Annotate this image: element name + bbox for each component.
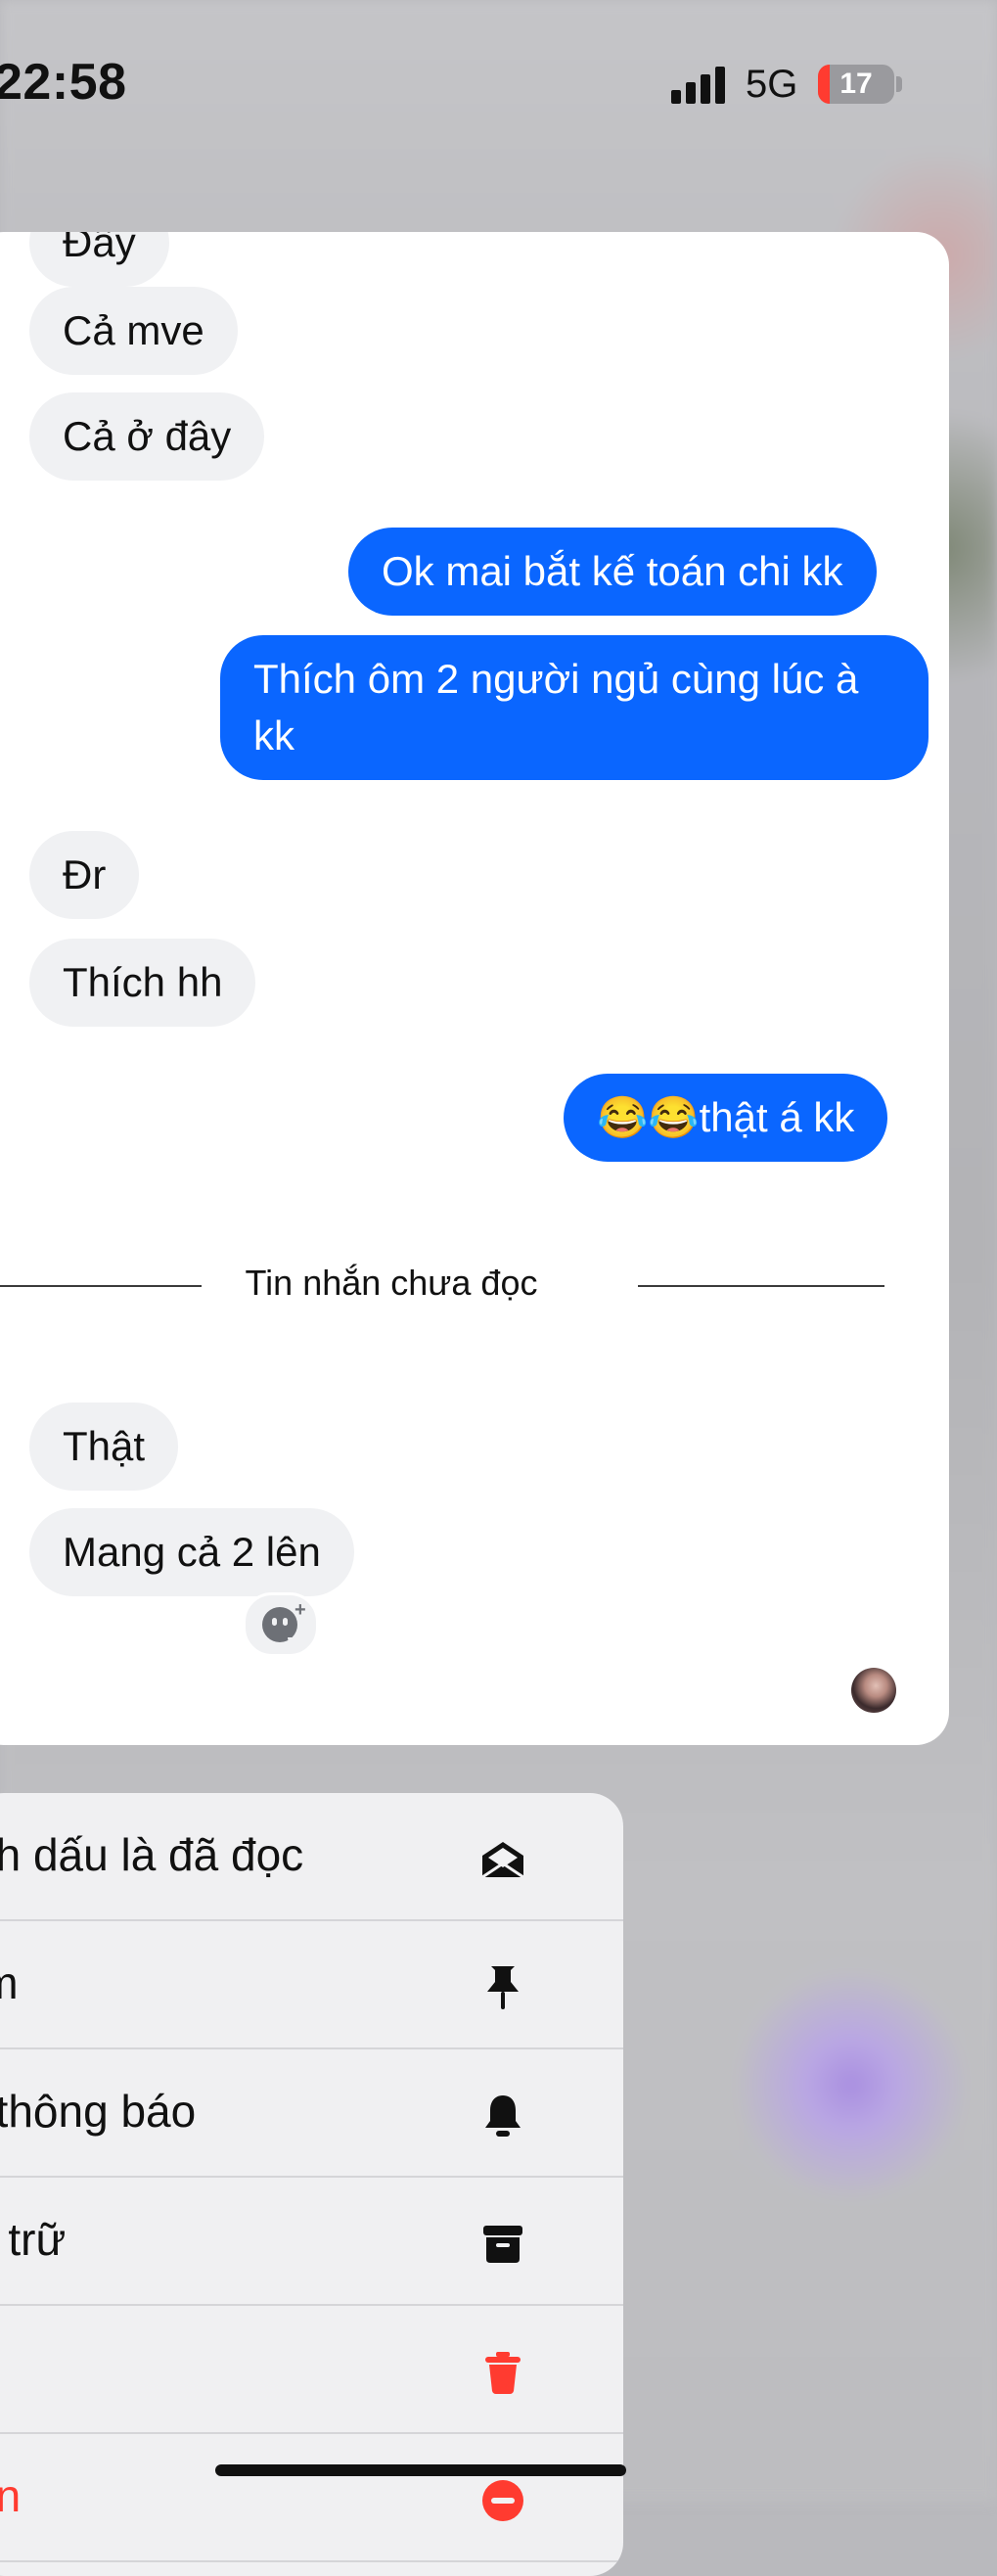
status-bar: 22:58 5G 17: [0, 0, 997, 176]
menu-item-label: u trữ: [0, 2214, 67, 2265]
menu-item-label: im: [0, 1956, 19, 2009]
message-bubble-received[interactable]: Thích hh: [29, 939, 256, 1027]
menu-item-label: nh dấu là đã đọc: [0, 1829, 304, 1880]
message-bubble-sent[interactable]: 😂😂thật á kk: [564, 1074, 888, 1162]
plus-icon: +: [295, 1599, 306, 1621]
chat-preview[interactable]: Đây Cả mve Cả ở đây Ok mai bắt kế toán c…: [0, 232, 949, 1745]
message-bubble-received[interactable]: Thật: [29, 1403, 179, 1491]
message-bubble-sent[interactable]: Thích ôm 2 người ngủ cùng lúc à kk: [220, 635, 929, 780]
smiley-icon: [262, 1607, 305, 1645]
envelope-open-icon: [479, 1836, 526, 1883]
message-bubble-sent[interactable]: Ok mai bắt kế toán chi kk: [348, 528, 877, 616]
menu-item-label: ặn: [0, 2470, 22, 2521]
menu-item-block[interactable]: ặn: [0, 2434, 623, 2562]
divider-line-right: [638, 1285, 884, 1287]
bell-icon: [479, 2093, 526, 2139]
network-type: 5G: [746, 63, 798, 106]
message-bubble-received[interactable]: Đr: [29, 831, 140, 919]
menu-item-delete[interactable]: a: [0, 2306, 623, 2434]
pin-icon: [479, 1964, 526, 2011]
menu-item-label: t thông báo: [0, 2086, 197, 2137]
context-menu: nh dấu là đã đọc im t thông báo u t: [0, 1793, 623, 2576]
block-icon: [479, 2477, 526, 2524]
menu-item-pin[interactable]: im: [0, 1921, 623, 2049]
add-reaction-button[interactable]: +: [243, 1592, 319, 1657]
battery-icon: 17: [818, 65, 894, 104]
message-bubble-received[interactable]: Cả mve: [29, 287, 238, 375]
message-bubble-received[interactable]: Mang cả 2 lên: [29, 1508, 354, 1596]
archive-icon: [479, 2221, 526, 2268]
menu-item-mark-read[interactable]: nh dấu là đã đọc: [0, 1793, 623, 1921]
seen-avatar: [851, 1668, 896, 1713]
battery-tip: [896, 76, 902, 92]
battery-percent: 17: [839, 68, 873, 100]
menu-item-archive[interactable]: u trữ: [0, 2178, 623, 2306]
menu-item-notifications[interactable]: t thông báo: [0, 2049, 623, 2178]
unread-divider-label: Tin nhắn chưa đọc: [245, 1263, 538, 1303]
cellular-signal-icon: [671, 67, 730, 104]
clock: 22:58: [0, 54, 127, 111]
message-bubble-received[interactable]: Đây: [29, 232, 169, 287]
message-bubble-received[interactable]: Cả ở đây: [29, 392, 265, 481]
home-indicator[interactable]: [215, 2464, 626, 2476]
trash-icon: [479, 2349, 526, 2396]
